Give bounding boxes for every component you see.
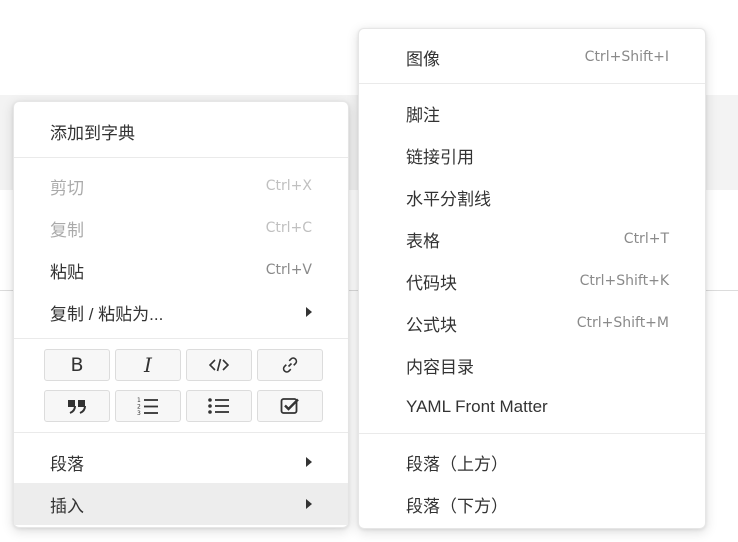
menu-item-label: 图像 bbox=[406, 49, 440, 69]
quote-icon bbox=[67, 398, 87, 414]
submenu-item-footnote[interactable]: 脚注 bbox=[359, 92, 705, 134]
bold-icon: B bbox=[70, 354, 84, 376]
link-button[interactable] bbox=[257, 349, 323, 381]
menu-item-label: 公式块 bbox=[406, 315, 457, 335]
chevron-right-icon bbox=[306, 499, 312, 509]
context-menu: 添加到字典 剪切 Ctrl+X 复制 Ctrl+C 粘贴 Ctrl+V 复制 /… bbox=[13, 101, 349, 528]
submenu-item-table[interactable]: 表格 Ctrl+T bbox=[359, 218, 705, 260]
menu-item-label: 段落 bbox=[50, 454, 84, 474]
menu-separator bbox=[359, 433, 705, 434]
menu-item-label: 复制 / 粘贴为... bbox=[50, 304, 164, 324]
code-button[interactable] bbox=[186, 349, 252, 381]
menu-item-label: 剪切 bbox=[50, 178, 84, 198]
menu-item-label: 脚注 bbox=[406, 105, 440, 125]
menu-item-label: 代码块 bbox=[406, 273, 457, 293]
link-icon bbox=[281, 356, 299, 374]
menu-item-shortcut: Ctrl+V bbox=[265, 262, 312, 278]
menu-item-label: 段落（上方） bbox=[406, 454, 508, 474]
menu-item-copy-paste-as[interactable]: 复制 / 粘贴为... bbox=[14, 291, 348, 333]
menu-item-shortcut: Ctrl+X bbox=[265, 178, 312, 194]
menu-item-shortcut: Ctrl+C bbox=[265, 220, 312, 236]
menu-separator bbox=[14, 157, 348, 158]
menu-item-shortcut: Ctrl+T bbox=[623, 231, 669, 247]
submenu-item-link-reference[interactable]: 链接引用 bbox=[359, 134, 705, 176]
submenu-item-math-block[interactable]: 公式块 Ctrl+Shift+M bbox=[359, 302, 705, 344]
menu-item-shortcut: Ctrl+Shift+M bbox=[576, 315, 669, 331]
menu-item-paste[interactable]: 粘贴 Ctrl+V bbox=[14, 249, 348, 291]
unordered-list-button[interactable] bbox=[186, 390, 252, 422]
menu-item-label: 复制 bbox=[50, 220, 84, 240]
menu-item-label: 插入 bbox=[50, 496, 84, 516]
task-list-button[interactable] bbox=[257, 390, 323, 422]
menu-item-label: 链接引用 bbox=[406, 147, 474, 167]
menu-item-label: 粘贴 bbox=[50, 262, 84, 282]
submenu-item-toc[interactable]: 内容目录 bbox=[359, 344, 705, 386]
menu-separator bbox=[359, 83, 705, 84]
menu-item-label: YAML Front Matter bbox=[406, 397, 548, 416]
italic-icon: I bbox=[144, 353, 152, 377]
svg-text:3: 3 bbox=[137, 410, 141, 416]
menu-separator bbox=[14, 432, 348, 433]
menu-item-label: 段落（下方） bbox=[406, 496, 508, 516]
submenu-item-image[interactable]: 图像 Ctrl+Shift+I bbox=[359, 36, 705, 78]
task-list-icon bbox=[280, 397, 300, 415]
menu-item-shortcut: Ctrl+Shift+I bbox=[584, 49, 669, 65]
menu-item-paragraph[interactable]: 段落 bbox=[14, 441, 348, 483]
menu-item-shortcut: Ctrl+Shift+K bbox=[579, 273, 669, 289]
menu-separator bbox=[14, 338, 348, 339]
code-icon bbox=[209, 357, 229, 373]
menu-item-add-to-dictionary[interactable]: 添加到字典 bbox=[14, 110, 348, 152]
quote-button[interactable] bbox=[44, 390, 110, 422]
ordered-list-button[interactable]: 1 2 3 bbox=[115, 390, 181, 422]
chevron-right-icon bbox=[306, 457, 312, 467]
insert-submenu: 图像 Ctrl+Shift+I 脚注 链接引用 水平分割线 表格 Ctrl+T … bbox=[358, 28, 706, 529]
menu-item-label: 表格 bbox=[406, 231, 440, 251]
unordered-list-icon bbox=[208, 397, 230, 415]
submenu-item-code-block[interactable]: 代码块 Ctrl+Shift+K bbox=[359, 260, 705, 302]
menu-item-copy[interactable]: 复制 Ctrl+C bbox=[14, 207, 348, 249]
menu-item-cut[interactable]: 剪切 Ctrl+X bbox=[14, 165, 348, 207]
menu-item-insert[interactable]: 插入 bbox=[14, 483, 348, 525]
italic-button[interactable]: I bbox=[115, 349, 181, 381]
menu-item-label: 内容目录 bbox=[406, 357, 474, 377]
bold-button[interactable]: B bbox=[44, 349, 110, 381]
ordered-list-icon: 1 2 3 bbox=[137, 396, 159, 416]
submenu-item-paragraph-below[interactable]: 段落（下方） bbox=[359, 483, 705, 525]
menu-item-label: 添加到字典 bbox=[50, 123, 135, 143]
submenu-item-paragraph-above[interactable]: 段落（上方） bbox=[359, 441, 705, 483]
menu-item-label: 水平分割线 bbox=[406, 189, 491, 209]
submenu-item-horizontal-rule[interactable]: 水平分割线 bbox=[359, 176, 705, 218]
chevron-right-icon bbox=[306, 307, 312, 317]
submenu-item-yaml-front-matter[interactable]: YAML Front Matter bbox=[359, 386, 705, 428]
